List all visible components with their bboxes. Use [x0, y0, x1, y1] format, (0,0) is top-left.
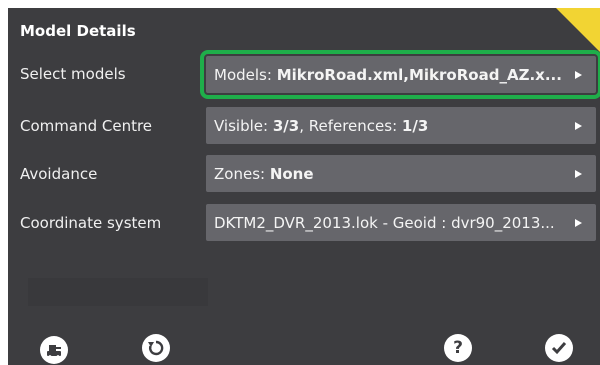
refresh-icon[interactable] — [142, 334, 170, 362]
arrow-right-icon — [575, 169, 582, 178]
arrow-right-icon — [575, 121, 582, 130]
command-centre-label: Command Centre — [20, 117, 153, 135]
select-models-field[interactable]: Models: MikroRoad.xml,MikroRoad_AZ.x... — [200, 50, 600, 99]
coordinate-system-label: Coordinate system — [20, 214, 162, 232]
avoidance-field[interactable]: Zones: None — [206, 155, 596, 192]
select-models-value: Models: MikroRoad.xml,MikroRoad_AZ.x... — [214, 65, 562, 84]
avoidance-value: Zones: None — [214, 164, 314, 183]
command-centre-field[interactable]: Visible: 3/3, References: 1/3 — [206, 107, 596, 144]
arrow-right-icon — [575, 218, 582, 227]
coordinate-system-field[interactable]: DKTM2_DVR_2013.lok - Geoid : dvr90_2013.… — [206, 204, 596, 241]
arrow-right-icon — [575, 70, 582, 79]
command-centre-value: Visible: 3/3, References: 1/3 — [214, 116, 429, 135]
check-icon[interactable] — [545, 334, 573, 362]
corner-accent — [556, 8, 600, 52]
model-details-screen: Model Details Select models Models: Mikr… — [8, 8, 600, 365]
select-models-label: Select models — [20, 65, 126, 83]
page-title: Model Details — [20, 22, 136, 40]
avoidance-label: Avoidance — [20, 165, 98, 183]
machine-icon[interactable] — [40, 336, 68, 364]
coordinate-system-value: DKTM2_DVR_2013.lok - Geoid : dvr90_2013.… — [214, 213, 555, 232]
faded-background-text — [28, 278, 208, 306]
help-icon[interactable]: ? — [444, 334, 472, 362]
